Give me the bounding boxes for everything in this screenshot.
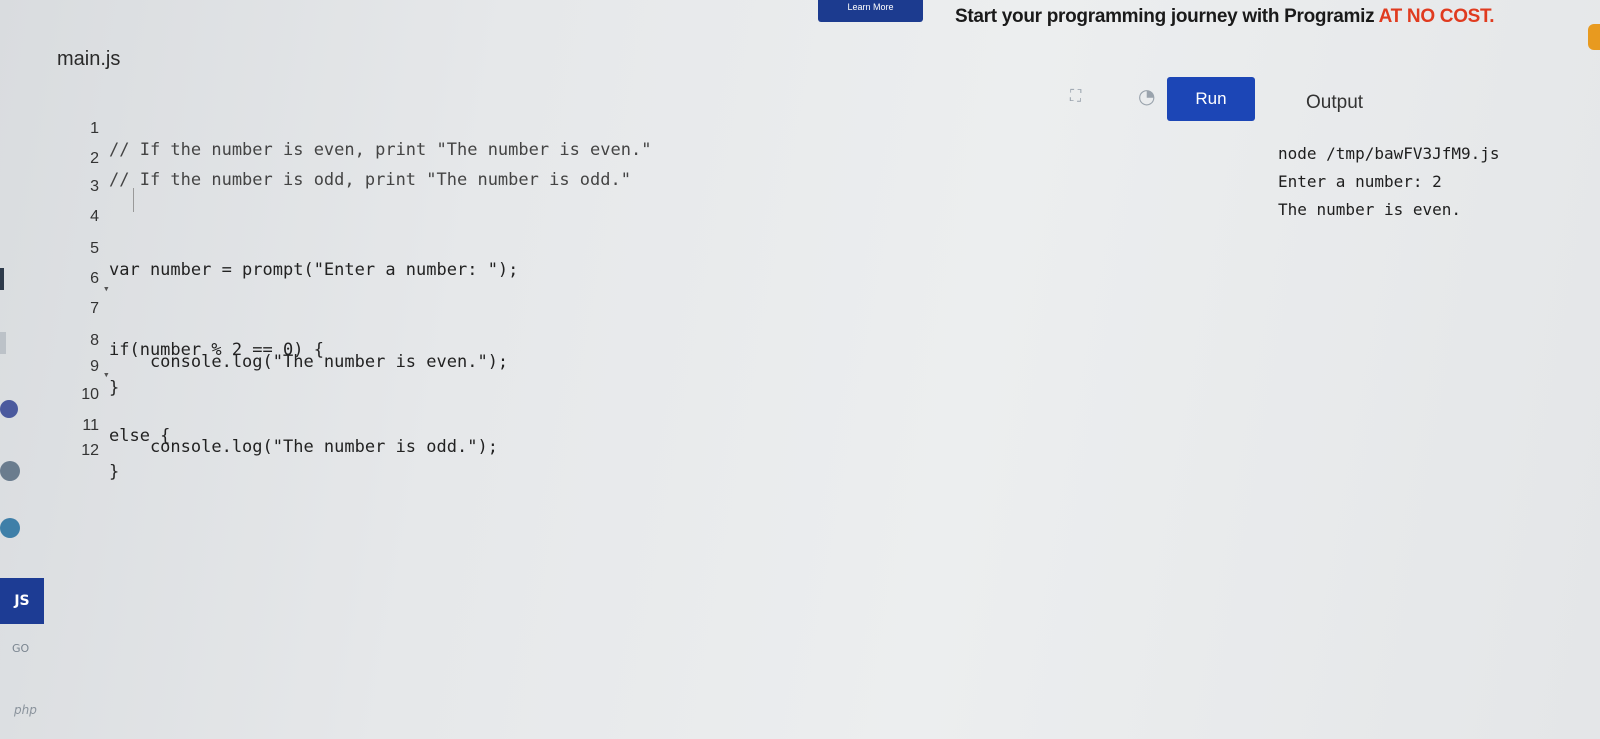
fold-arrow-icon[interactable]: ▾ bbox=[103, 282, 110, 295]
code-line: 2 // If the number is odd, print "The nu… bbox=[55, 130, 631, 190]
code-text: } bbox=[109, 462, 120, 482]
python-icon[interactable] bbox=[0, 268, 4, 290]
output-line: The number is even. bbox=[1278, 200, 1462, 219]
code-text: var number = prompt("Enter a number: "); bbox=[109, 260, 519, 280]
fullscreen-icon[interactable]: ⛶ bbox=[1070, 86, 1090, 105]
code-line: 11 console.log("The number is odd."); bbox=[55, 397, 498, 457]
code-line: 3 bbox=[55, 158, 99, 195]
php-tab[interactable]: php bbox=[14, 703, 37, 717]
sql-icon[interactable] bbox=[0, 400, 18, 418]
code-line: 7 ▾ if(number % 2 == 0) { bbox=[55, 280, 324, 360]
output-title: Output bbox=[1306, 92, 1364, 113]
banner-edge-button[interactable] bbox=[1588, 24, 1600, 50]
code-line: 5 var number = prompt("Enter a number: "… bbox=[55, 220, 518, 280]
run-button[interactable]: Run bbox=[1167, 77, 1255, 121]
text-cursor bbox=[133, 188, 134, 212]
code-text: // If the number is even, print "The num… bbox=[109, 140, 652, 160]
code-line: 4 bbox=[55, 188, 134, 225]
c-icon[interactable] bbox=[0, 461, 20, 481]
code-line: 8 console.log("The number is even."); bbox=[55, 312, 508, 372]
line-number: 12 bbox=[81, 442, 99, 459]
r-icon[interactable] bbox=[0, 332, 6, 354]
code-line: 10 ▾ else { bbox=[55, 366, 170, 446]
code-line: 12 } bbox=[55, 422, 119, 482]
go-tab[interactable]: GO bbox=[12, 642, 29, 655]
cpp-icon[interactable] bbox=[0, 518, 20, 538]
theme-toggle-icon[interactable]: ◔ bbox=[1138, 84, 1155, 108]
js-tab[interactable]: JS bbox=[0, 578, 44, 624]
file-tab[interactable]: main.js bbox=[57, 48, 120, 71]
promo-banner-text: Start your programming journey with Prog… bbox=[955, 6, 1495, 28]
code-editor[interactable]: 1 // If the number is even, print "The n… bbox=[55, 100, 1055, 482]
code-text: // If the number is odd, print "The numb… bbox=[109, 170, 631, 190]
code-line: 1 // If the number is even, print "The n… bbox=[55, 100, 651, 160]
code-line: 9 } bbox=[55, 338, 119, 398]
output-line: node /tmp/bawFV3JfM9.js bbox=[1278, 144, 1500, 163]
fold-arrow-icon[interactable]: ▾ bbox=[103, 368, 110, 381]
promo-accent: AT NO COST. bbox=[1378, 6, 1495, 27]
code-text: console.log("The number is odd."); bbox=[109, 437, 498, 457]
code-text: } bbox=[109, 378, 120, 398]
promo-text: Start your programming journey with Prog… bbox=[955, 6, 1379, 27]
language-sidebar: JS GO php bbox=[0, 240, 48, 739]
code-text: console.log("The number is even."); bbox=[109, 352, 509, 372]
output-line: Enter a number: 2 bbox=[1278, 172, 1442, 191]
learn-more-button[interactable]: Learn More bbox=[818, 0, 923, 22]
code-line: 6 bbox=[55, 250, 99, 287]
